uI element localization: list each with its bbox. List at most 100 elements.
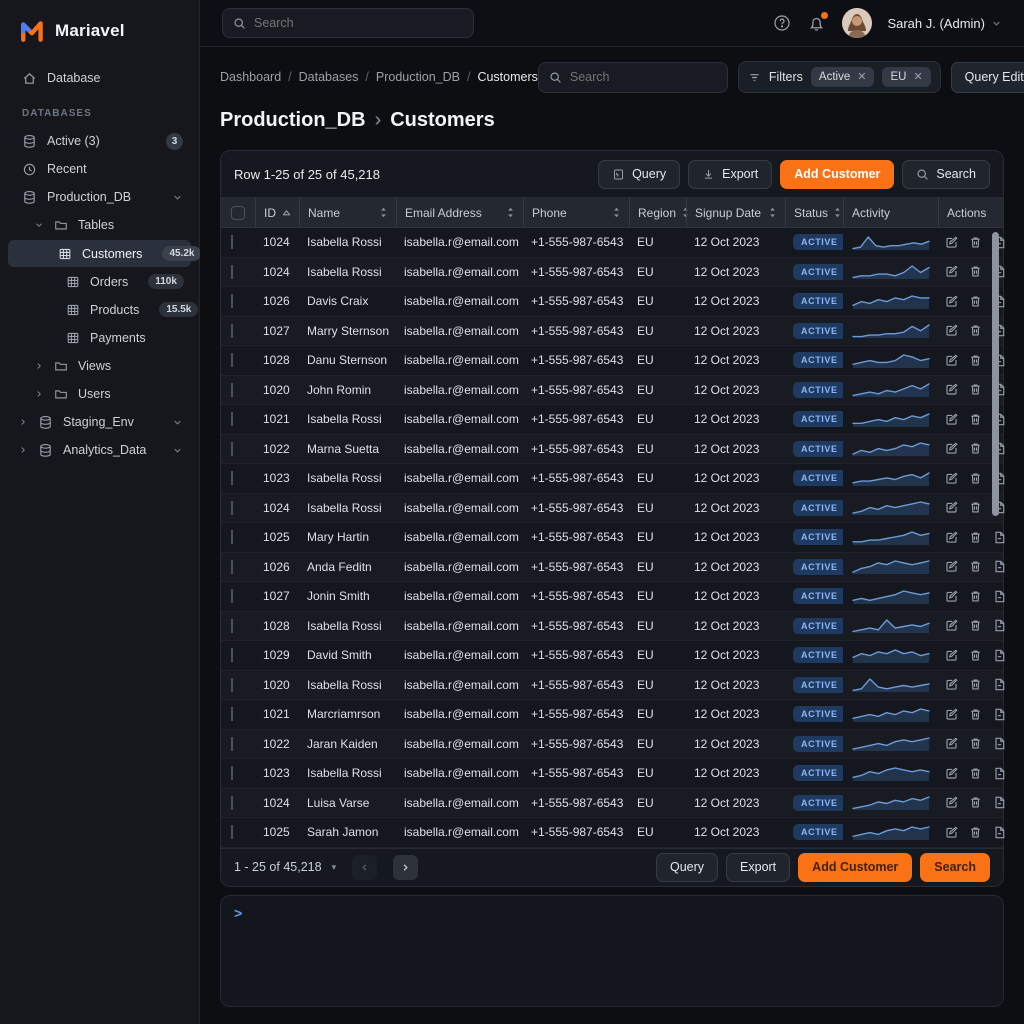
delete-icon[interactable] xyxy=(968,795,983,810)
page-size-caret-icon[interactable]: ▾ xyxy=(332,862,337,873)
delete-icon[interactable] xyxy=(968,559,983,574)
breadcrumb-item[interactable]: Dashboard xyxy=(220,70,281,84)
delete-icon[interactable] xyxy=(968,530,983,545)
delete-icon[interactable] xyxy=(968,766,983,781)
sidebar-item-users[interactable]: Users xyxy=(0,380,199,408)
row-checkbox[interactable] xyxy=(231,383,233,397)
breadcrumb-item-current[interactable]: Customers xyxy=(477,70,537,84)
next-page-button[interactable] xyxy=(393,855,418,880)
delete-icon[interactable] xyxy=(968,412,983,427)
delete-icon[interactable] xyxy=(968,441,983,456)
export-button-footer[interactable]: Export xyxy=(726,853,790,882)
delete-icon[interactable] xyxy=(968,235,983,250)
sidebar-item-orders[interactable]: Orders 110k xyxy=(8,268,191,295)
column-header-phone[interactable]: Phone xyxy=(523,198,629,227)
row-checkbox[interactable] xyxy=(231,442,233,456)
sidebar-item-recent[interactable]: Recent xyxy=(0,155,199,183)
column-header-signup-date[interactable]: Signup Date xyxy=(686,198,785,227)
delete-icon[interactable] xyxy=(968,323,983,338)
breadcrumb-item[interactable]: Production_DB xyxy=(376,70,460,84)
sidebar-item-tables[interactable]: Tables xyxy=(0,211,199,239)
row-checkbox[interactable] xyxy=(231,796,233,810)
table-search-input[interactable] xyxy=(570,70,717,84)
chevron-down-icon[interactable] xyxy=(172,417,183,428)
chevron-down-icon[interactable] xyxy=(172,445,183,456)
edit-icon[interactable] xyxy=(944,471,959,486)
sidebar-item-staging-env[interactable]: Staging_Env xyxy=(0,408,199,436)
chevron-down-icon[interactable] xyxy=(172,192,183,203)
query-editor-button[interactable]: Query Editor xyxy=(951,62,1024,93)
column-header-email-address[interactable]: Email Address xyxy=(396,198,523,227)
sidebar-item-active[interactable]: Active (3) 3 xyxy=(0,127,199,155)
edit-icon[interactable] xyxy=(944,795,959,810)
filter-chip-eu[interactable]: EU✕ xyxy=(882,67,930,87)
column-header-id[interactable]: ID xyxy=(255,198,299,227)
sidebar-item-analytics-data[interactable]: Analytics_Data xyxy=(0,436,199,464)
row-checkbox[interactable] xyxy=(231,648,233,662)
row-checkbox[interactable] xyxy=(231,265,233,279)
table-scrollbar[interactable] xyxy=(992,230,999,844)
sort-icon[interactable] xyxy=(833,207,842,218)
edit-icon[interactable] xyxy=(944,235,959,250)
row-checkbox[interactable] xyxy=(231,353,233,367)
delete-icon[interactable] xyxy=(968,353,983,368)
remove-filter-icon[interactable]: ✕ xyxy=(913,72,922,83)
notifications-button[interactable] xyxy=(808,15,825,32)
row-checkbox[interactable] xyxy=(231,324,233,338)
select-all-checkbox[interactable] xyxy=(231,206,245,220)
row-checkbox[interactable] xyxy=(231,294,233,308)
search-button-footer[interactable]: Search xyxy=(920,853,990,882)
edit-icon[interactable] xyxy=(944,500,959,515)
sidebar-item-payments[interactable]: Payments xyxy=(8,324,191,351)
row-checkbox[interactable] xyxy=(231,825,233,839)
sidebar-item-production-db[interactable]: Production_DB xyxy=(0,183,199,211)
sort-icon[interactable] xyxy=(612,207,621,218)
sort-icon[interactable] xyxy=(506,207,515,218)
row-checkbox[interactable] xyxy=(231,560,233,574)
delete-icon[interactable] xyxy=(968,471,983,486)
edit-icon[interactable] xyxy=(944,648,959,663)
delete-icon[interactable] xyxy=(968,500,983,515)
add-customer-button[interactable]: Add Customer xyxy=(780,160,894,189)
column-header-status[interactable]: Status xyxy=(785,198,843,227)
add-customer-button-footer[interactable]: Add Customer xyxy=(798,853,912,882)
delete-icon[interactable] xyxy=(968,382,983,397)
delete-icon[interactable] xyxy=(968,736,983,751)
edit-icon[interactable] xyxy=(944,323,959,338)
delete-icon[interactable] xyxy=(968,294,983,309)
filter-chip-active[interactable]: Active✕ xyxy=(811,67,875,87)
delete-icon[interactable] xyxy=(968,707,983,722)
sidebar-item-customers[interactable]: Customers 45.2k xyxy=(8,240,191,267)
search-button[interactable]: Search xyxy=(902,160,990,189)
panel-expander-chevron[interactable]: > xyxy=(234,905,242,921)
edit-icon[interactable] xyxy=(944,264,959,279)
query-button[interactable]: Query xyxy=(598,160,680,189)
edit-icon[interactable] xyxy=(944,677,959,692)
edit-icon[interactable] xyxy=(944,530,959,545)
sidebar-item-views[interactable]: Views xyxy=(0,352,199,380)
sort-asc-icon[interactable] xyxy=(282,209,291,217)
delete-icon[interactable] xyxy=(968,618,983,633)
edit-icon[interactable] xyxy=(944,294,959,309)
delete-icon[interactable] xyxy=(968,589,983,604)
delete-icon[interactable] xyxy=(968,648,983,663)
global-search[interactable] xyxy=(222,8,474,38)
row-checkbox[interactable] xyxy=(231,412,233,426)
breadcrumb-item[interactable]: Databases xyxy=(299,70,359,84)
global-search-input[interactable] xyxy=(254,16,463,30)
delete-icon[interactable] xyxy=(968,264,983,279)
row-checkbox[interactable] xyxy=(231,707,233,721)
row-checkbox[interactable] xyxy=(231,766,233,780)
edit-icon[interactable] xyxy=(944,707,959,722)
row-checkbox[interactable] xyxy=(231,737,233,751)
row-checkbox[interactable] xyxy=(231,678,233,692)
edit-icon[interactable] xyxy=(944,441,959,456)
row-checkbox[interactable] xyxy=(231,471,233,485)
delete-icon[interactable] xyxy=(968,825,983,840)
remove-filter-icon[interactable]: ✕ xyxy=(857,72,866,83)
sidebar-item-database[interactable]: Database xyxy=(0,64,199,92)
table-search[interactable] xyxy=(538,62,728,93)
query-button-footer[interactable]: Query xyxy=(656,853,718,882)
sidebar-item-products[interactable]: Products 15.5k xyxy=(8,296,191,323)
row-checkbox[interactable] xyxy=(231,235,233,249)
